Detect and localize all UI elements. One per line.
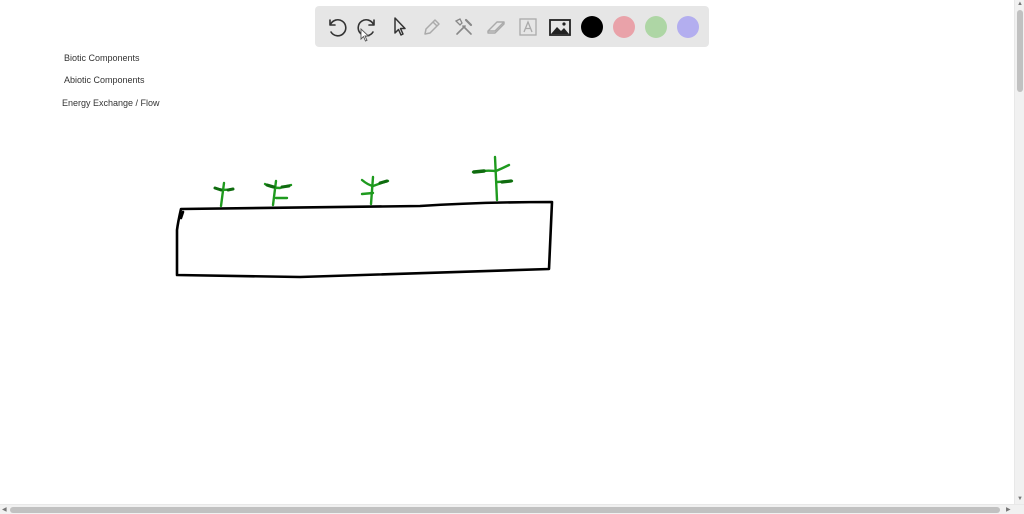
plant-drawing (263, 179, 293, 207)
plant-drawing (360, 175, 390, 206)
scroll-up-arrow-icon[interactable]: ▲ (1017, 1, 1023, 7)
vertical-scrollbar-thumb[interactable] (1017, 10, 1023, 92)
scroll-right-arrow-icon[interactable]: ▶ (1006, 507, 1011, 513)
horizontal-scrollbar[interactable]: ◀ ▶ (0, 504, 1024, 514)
hand-drawn-sketch (175, 155, 554, 279)
plant-drawing (213, 181, 235, 208)
horizontal-scrollbar-thumb[interactable] (10, 507, 1000, 513)
whiteboard-canvas[interactable]: Biotic Components Abiotic Components Ene… (0, 0, 1024, 514)
mouse-cursor-icon (360, 28, 370, 42)
scroll-left-arrow-icon[interactable]: ◀ (2, 507, 7, 513)
soil-box-drawing (175, 200, 554, 279)
plant-drawing (471, 155, 514, 202)
scroll-down-arrow-icon[interactable]: ▼ (1017, 496, 1023, 502)
vertical-scrollbar[interactable]: ▲ ▼ (1014, 0, 1024, 504)
